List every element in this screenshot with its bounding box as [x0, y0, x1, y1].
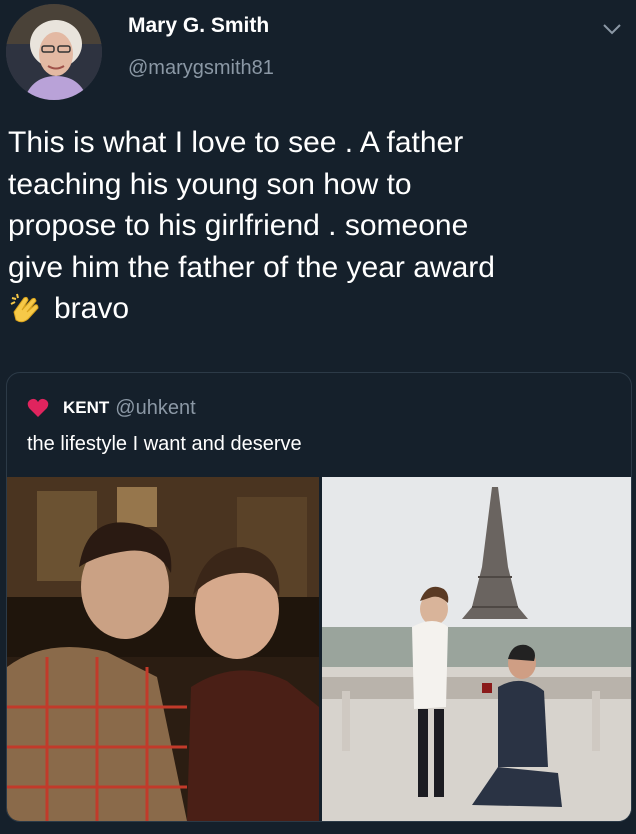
tweet-text-line: give him the father of the year award: [8, 250, 495, 284]
quoted-author-handle[interactable]: @uhkent: [115, 397, 195, 420]
tweet-text-line: This is what I love to see . A father: [8, 126, 464, 159]
tweet-text-last: bravo: [54, 292, 130, 325]
tweet-text-line: teaching his young son how to: [8, 167, 412, 201]
quoted-tweet[interactable]: KENT @uhkent the lifestyle I want and de…: [6, 372, 632, 822]
clapping-hands-icon: [10, 293, 39, 323]
chevron-down-icon[interactable]: [602, 22, 622, 36]
author-name[interactable]: Mary G. Smith: [128, 14, 269, 38]
photo-eiffel-tower[interactable]: [322, 477, 631, 821]
tweet-text: This is what I love to see . A father te…: [8, 122, 628, 330]
quoted-tweet-text: the lifestyle I want and deserve: [27, 433, 302, 455]
avatar[interactable]: [6, 4, 102, 100]
photo-restaurant-image: [7, 477, 319, 821]
quoted-tweet-header: KENT @uhkent: [27, 397, 196, 419]
quoted-author-name[interactable]: KENT: [63, 398, 109, 418]
avatar-image: [6, 4, 102, 100]
photo-restaurant[interactable]: [7, 477, 319, 821]
photo-eiffel-tower-image: [322, 477, 631, 821]
author-handle[interactable]: @marygsmith81: [128, 57, 274, 80]
heart-icon: [27, 398, 49, 417]
tweet-text-line: propose to his girlfriend . someone: [8, 209, 469, 242]
